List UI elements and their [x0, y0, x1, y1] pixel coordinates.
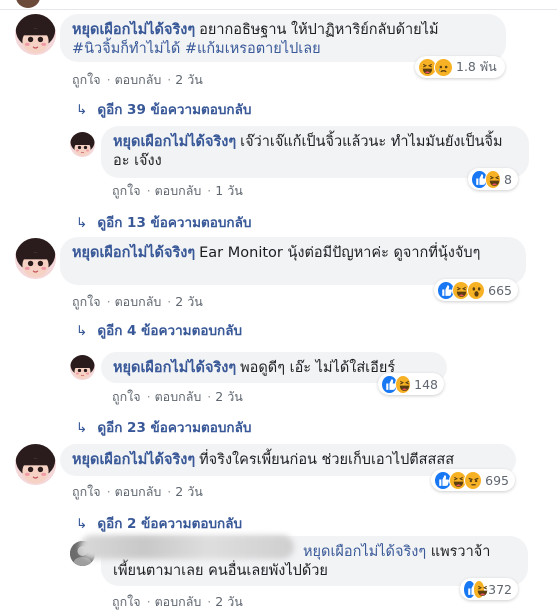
reaction-count: 1.8 พัน: [456, 59, 497, 74]
comment-time[interactable]: 2 วัน: [175, 72, 203, 87]
more-replies-label: ดูอีก 23 ข้อความตอบกลับ: [97, 420, 252, 436]
reply-arrow-icon: ↳: [76, 215, 88, 231]
comment-text-line2: เพี้ยนตามาเลย คนอื่นเลยพังไปด้วย: [113, 563, 328, 579]
like-link[interactable]: ถูกใจ: [72, 294, 101, 309]
reply-arrow-icon: ↳: [76, 102, 88, 118]
avatar[interactable]: [70, 355, 95, 380]
reaction-summary[interactable]: 8: [468, 168, 518, 190]
comment-text: อยากอธิษฐาน ให้ปาฏิหาริย์กลับด้ายไม้: [199, 22, 439, 38]
avatar[interactable]: [15, 14, 56, 55]
comment-text: Ear Monitor นุ้งต่อมีปัญหาค่ะ ดูจากที่นุ…: [199, 245, 481, 261]
more-replies-label: ดูอีก 4 ข้อความตอบกลับ: [97, 323, 243, 339]
reply-link[interactable]: ตอบกลับ: [155, 183, 202, 198]
haha-icon: [484, 169, 502, 189]
view-more-replies[interactable]: ↳ ดูอีก 23 ข้อความตอบกลับ: [76, 416, 251, 438]
comment-actions: ถูกใจ · ตอบกลับ · 2 วัน: [72, 484, 203, 499]
reaction-summary[interactable]: 372: [460, 578, 518, 600]
reply-arrow-icon: ↳: [76, 420, 88, 436]
reaction-summary[interactable]: 665: [434, 279, 518, 301]
comment-author[interactable]: หยุดเผือกไม่ได้จริงๆ: [72, 245, 195, 261]
reply-link[interactable]: ตอบกลับ: [155, 389, 202, 404]
comment-bubble: หยุดเผือกไม่ได้จริงๆ Ear Monitor นุ้งต่อม…: [60, 237, 526, 285]
comment-author[interactable]: หยุดเผือกไม่ได้จริงๆ: [72, 452, 195, 468]
comment-time[interactable]: 2 วัน: [215, 594, 243, 609]
more-replies-label: ดูอีก 39 ข้อความตอบกลับ: [97, 102, 252, 118]
view-more-replies[interactable]: ↳ ดูอีก 13 ข้อความตอบกลับ: [76, 211, 251, 233]
reaction-summary[interactable]: 695: [431, 469, 515, 491]
comment-actions: ถูกใจ · ตอบกลับ · 2 วัน: [112, 594, 243, 609]
angry-icon: [464, 470, 483, 490]
view-more-replies[interactable]: ↳ ดูอีก 39 ข้อความตอบกลับ: [76, 98, 251, 120]
comment-text: พอดูดีๆ เอ๊ะ ไม่ได้ใส่เอียร์: [240, 360, 396, 376]
more-replies-label: ดูอีก 2 ข้อความตอบกลับ: [97, 516, 243, 532]
reaction-count: 665: [488, 282, 512, 298]
wow-icon: [467, 280, 486, 300]
comment-bubble: หยุดเผือกไม่ได้จริงๆ อยากอธิษฐาน ให้ปาฏิห…: [60, 14, 506, 62]
like-link[interactable]: ถูกใจ: [112, 594, 141, 609]
view-more-replies[interactable]: ↳ ดูอีก 4 ข้อความตอบกลับ: [76, 319, 242, 341]
reaction-summary[interactable]: 1.8 พัน: [415, 56, 505, 78]
reaction-count: 372: [488, 581, 512, 597]
mention-link[interactable]: หยุดเผือกไม่ได้จริงๆ: [303, 544, 426, 560]
reply-link[interactable]: ตอบกลับ: [115, 72, 162, 87]
comment-author[interactable]: หยุดเผือกไม่ได้จริงๆ: [113, 360, 236, 376]
like-link[interactable]: ถูกใจ: [112, 183, 141, 198]
more-replies-label: ดูอีก 13 ข้อความตอบกลับ: [97, 215, 252, 231]
reply-link[interactable]: ตอบกลับ: [115, 484, 162, 499]
like-link[interactable]: ถูกใจ: [112, 389, 141, 404]
comment-actions: ถูกใจ · ตอบกลับ · 2 วัน: [72, 72, 203, 87]
comment-actions: ถูกใจ · ตอบกลับ · 2 วัน: [112, 389, 243, 404]
reply-link[interactable]: ตอบกลับ: [115, 294, 162, 309]
comment-time[interactable]: 1 วัน: [215, 183, 243, 198]
avatar[interactable]: [70, 132, 95, 157]
avatar[interactable]: [16, 0, 40, 8]
comment-time[interactable]: 2 วัน: [175, 294, 203, 309]
reaction-count: 695: [485, 472, 509, 488]
avatar[interactable]: [15, 238, 56, 279]
like-link[interactable]: ถูกใจ: [72, 72, 101, 87]
comment-text: แพรวาจ้า: [430, 544, 491, 560]
comment-author[interactable]: หยุดเผือกไม่ได้จริงๆ: [113, 134, 236, 150]
reaction-count: 8: [504, 171, 512, 187]
comment-bubble: หยุดเผือกไม่ได้จริงๆ เจ๊ว่าเจ๊แก้เป็นจิ้ว…: [101, 126, 529, 178]
like-link[interactable]: ถูกใจ: [72, 484, 101, 499]
redacted-name: [80, 535, 294, 559]
comment-time[interactable]: 2 วัน: [215, 389, 243, 404]
haha-icon: [394, 374, 412, 394]
avatar[interactable]: [15, 444, 56, 485]
reply-arrow-icon: ↳: [76, 516, 88, 532]
reaction-count: 148: [414, 376, 438, 392]
comment-author[interactable]: หยุดเผือกไม่ได้จริงๆ: [72, 22, 195, 38]
haha-icon: [472, 579, 486, 599]
reaction-summary[interactable]: 148: [378, 373, 444, 395]
comment-actions: ถูกใจ · ตอบกลับ · 1 วัน: [112, 183, 243, 198]
top-divider: [0, 0, 557, 10]
hashtag-links[interactable]: #นิวจิ้มก็ทำไม่ได้ #แก้มเหรอตายไปเลย: [72, 41, 321, 57]
reply-arrow-icon: ↳: [76, 323, 88, 339]
comment-text: ที่จริงใครเพี้ยนก่อน ช่วยเก็บเอาไปตีสสสส: [199, 452, 455, 468]
view-more-replies[interactable]: ↳ ดูอีก 2 ข้อความตอบกลับ: [76, 512, 242, 534]
comment-actions: ถูกใจ · ตอบกลับ · 2 วัน: [72, 294, 203, 309]
sad-icon: [434, 57, 453, 77]
reply-link[interactable]: ตอบกลับ: [155, 594, 202, 609]
comment-time[interactable]: 2 วัน: [175, 484, 203, 499]
